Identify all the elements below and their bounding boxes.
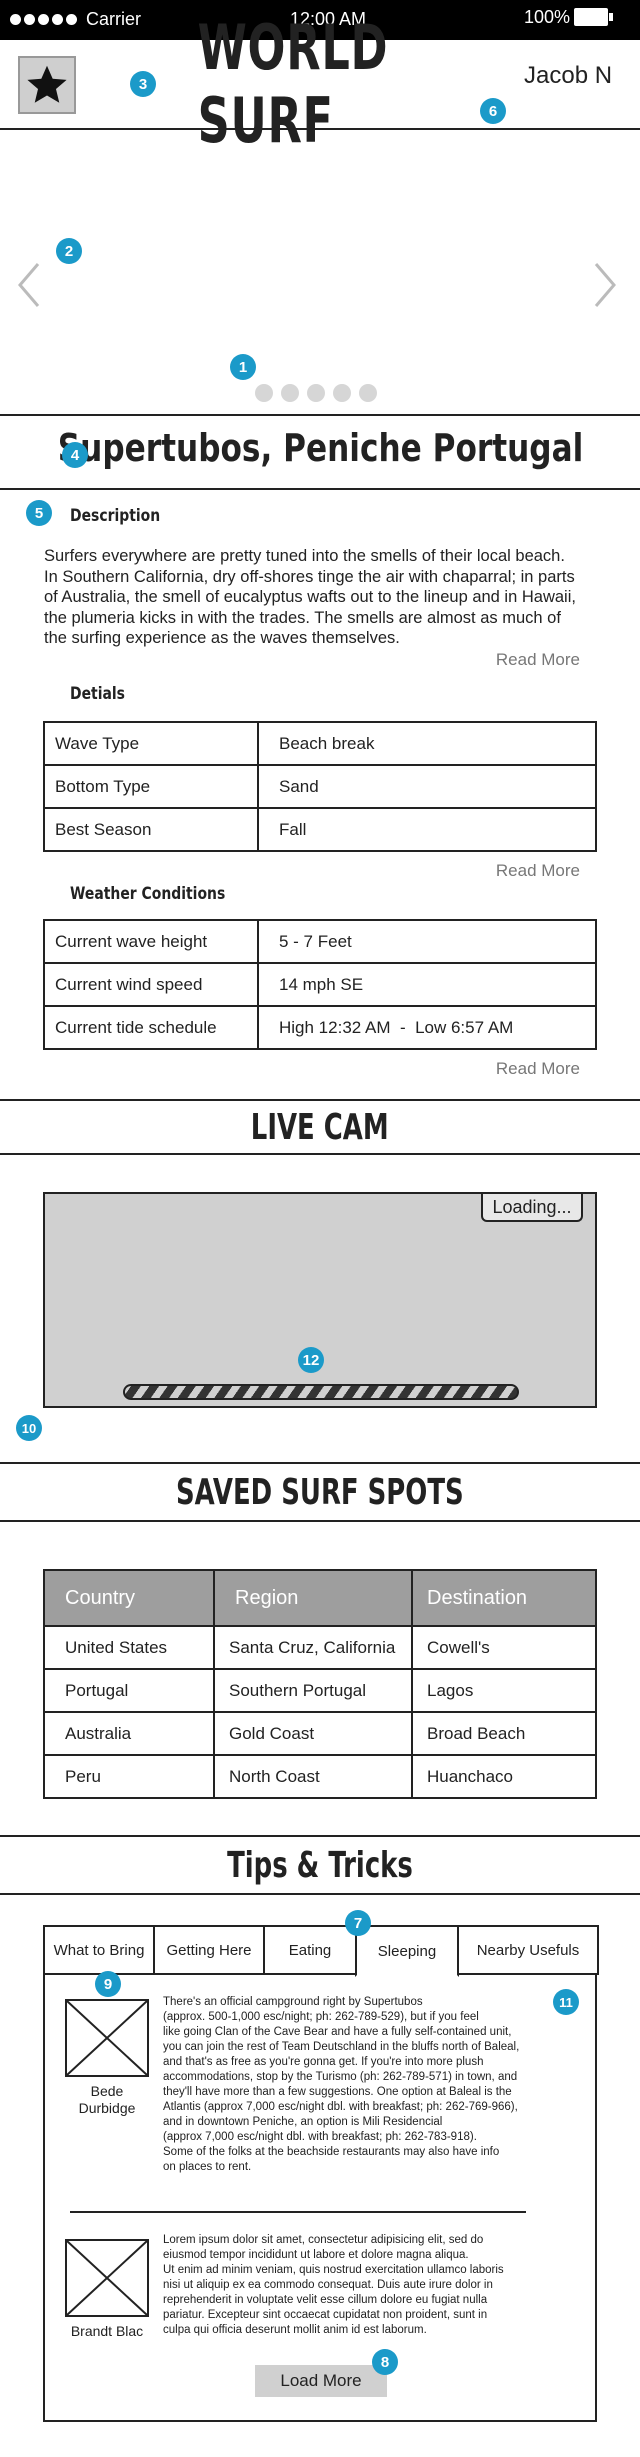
annotation-badge-2: 2 xyxy=(56,238,82,264)
annotation-badge-7: 7 xyxy=(345,1910,371,1936)
tab-sleeping[interactable]: Sleeping xyxy=(355,1925,459,1977)
divider xyxy=(0,1520,640,1522)
annotation-badge-6: 6 xyxy=(480,98,506,124)
author-name: Bede Durbidge xyxy=(78,2083,136,2116)
annotation-badge-10: 10 xyxy=(16,1415,42,1441)
divider xyxy=(0,488,640,490)
carousel-dot[interactable] xyxy=(359,384,377,402)
weather-read-more-link[interactable]: Read More xyxy=(496,1059,580,1079)
table-row[interactable]: Australia Gold Coast Broad Beach xyxy=(43,1711,597,1756)
table-row[interactable]: United States Santa Cruz, California Cowel… xyxy=(43,1625,597,1670)
loading-progress-bar xyxy=(123,1384,519,1400)
chevron-right-icon[interactable] xyxy=(590,260,620,315)
tab-getting-here[interactable]: Getting Here xyxy=(153,1925,265,1975)
avatar xyxy=(65,1999,149,2077)
description-heading: Description xyxy=(70,506,161,526)
annotation-badge-12: 12 xyxy=(298,1347,324,1373)
weather-table: Current wave height 5 - 7 Feet Current wi… xyxy=(43,919,597,1050)
table-row: Best Season Fall xyxy=(43,807,597,852)
tab-what-to-bring[interactable]: What to Bring xyxy=(43,1925,155,1975)
weather-heading: Weather Conditions xyxy=(70,884,226,904)
annotation-badge-4: 4 xyxy=(62,442,88,468)
annotation-badge-8: 8 xyxy=(372,2349,398,2375)
tips-tab-bar: What to Bring Getting Here Eating Sleepi… xyxy=(43,1925,599,1977)
carousel-dot[interactable] xyxy=(307,384,325,402)
saved-spots-table: Country Region Destination United States… xyxy=(43,1569,597,1799)
avatar xyxy=(65,2239,149,2317)
tab-eating[interactable]: Eating xyxy=(263,1925,357,1975)
user-name[interactable]: Jacob N xyxy=(524,62,612,90)
battery-percent: 100% xyxy=(524,7,571,27)
signal-dots-icon xyxy=(10,14,77,25)
details-table: Wave Type Beach break Bottom Type Sand Bes… xyxy=(43,721,597,852)
tab-nearby-usefuls[interactable]: Nearby Usefuls xyxy=(457,1925,599,1975)
carrier-label: Carrier xyxy=(86,9,142,29)
carousel-dot[interactable] xyxy=(255,384,273,402)
table-row: Current tide schedule High 12:32 AM - Low… xyxy=(43,1005,597,1050)
annotation-badge-3: 3 xyxy=(130,71,156,97)
carousel-dot[interactable] xyxy=(333,384,351,402)
author-name: Brandt Blac xyxy=(70,2323,144,2339)
table-row: Wave Type Beach break xyxy=(43,721,597,766)
table-row: Current wave height 5 - 7 Feet xyxy=(43,919,597,964)
table-row[interactable]: Peru North Coast Huanchaco xyxy=(43,1754,597,1799)
annotation-badge-5: 5 xyxy=(26,500,52,526)
description-read-more-link[interactable]: Read More xyxy=(496,650,580,670)
saved-spots-title: SAVED SURF SPOTS xyxy=(176,1471,464,1513)
divider xyxy=(0,1893,640,1895)
app-header: WORLD SURF Jacob N xyxy=(0,11,640,157)
description-text: Surfers everywhere are pretty tuned into… xyxy=(44,547,576,647)
table-row[interactable]: Portugal Southern Portugal Lagos xyxy=(43,1668,597,1713)
details-read-more-link[interactable]: Read More xyxy=(496,861,580,881)
post-text: Lorem ipsum dolor sit amet, consectetur … xyxy=(163,2234,504,2336)
tips-panel: What to Bring Getting Here Eating Sleepi… xyxy=(43,1925,599,2422)
annotation-badge-1: 1 xyxy=(230,354,256,380)
load-more-button[interactable]: Load More xyxy=(255,2365,387,2397)
loading-label: Loading... xyxy=(481,1194,583,1222)
annotation-badge-9: 9 xyxy=(95,1971,121,1997)
spot-title: Supertubos, Peniche Portugal xyxy=(57,426,583,470)
livecam-player[interactable]: Loading... xyxy=(43,1192,597,1408)
battery-icon xyxy=(574,8,613,26)
divider xyxy=(0,1153,640,1155)
carousel-dot[interactable] xyxy=(281,384,299,402)
carousel-dots xyxy=(255,384,377,402)
table-header: Country Region Destination xyxy=(43,1569,597,1627)
table-row: Current wind speed 14 mph SE xyxy=(43,962,597,1007)
livecam-title: LIVE CAM xyxy=(251,1106,389,1148)
tips-title: Tips & Tricks xyxy=(227,1844,413,1886)
image-carousel[interactable] xyxy=(0,130,640,416)
post-text: There's an official campground right by … xyxy=(163,1996,520,2173)
annotation-badge-11: 11 xyxy=(553,1989,579,2015)
logo-star-icon[interactable] xyxy=(18,56,76,114)
chevron-left-icon[interactable] xyxy=(14,260,44,315)
details-heading: Detials xyxy=(70,684,125,704)
post-divider xyxy=(70,2211,526,2213)
table-row: Bottom Type Sand xyxy=(43,764,597,809)
